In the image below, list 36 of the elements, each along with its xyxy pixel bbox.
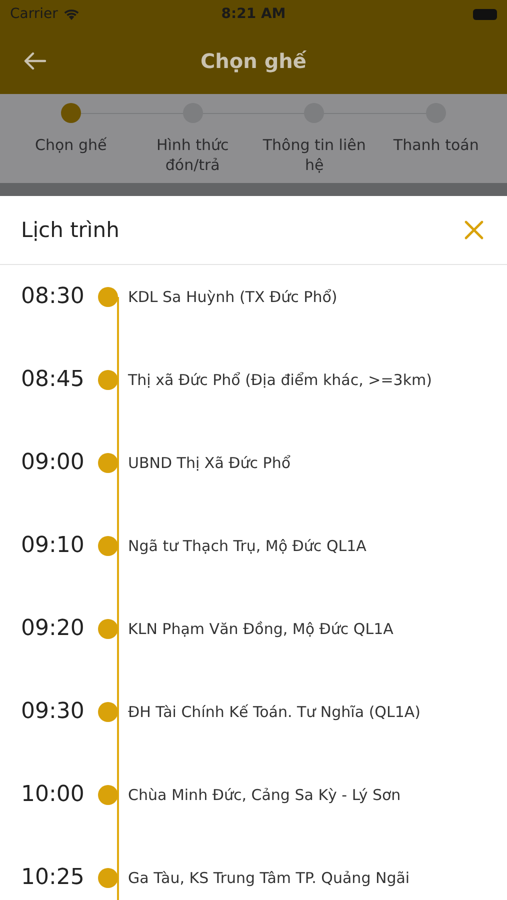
carrier-label: Carrier	[10, 6, 58, 22]
stop-name: KLN Phạm Văn Đồng, Mộ Đức QL1A	[128, 619, 394, 640]
stop-name: UBND Thị Xã Đức Phổ	[128, 453, 291, 474]
step-label: Thông tin liên hệ	[262, 135, 367, 175]
close-button[interactable]	[463, 219, 485, 241]
wifi-icon	[62, 8, 80, 20]
stop-dot	[98, 370, 118, 390]
stop-name: Ngã tư Thạch Trụ, Mộ Đức QL1A	[128, 536, 366, 557]
step-label: Hình thức đón/trả	[155, 135, 230, 175]
stop-dot	[98, 702, 118, 722]
stop-time: 09:00	[20, 449, 86, 477]
stop-time: 08:45	[20, 366, 86, 394]
stop-name: ĐH Tài Chính Kế Toán. Tư Nghĩa (QL1A)	[128, 702, 420, 723]
sheet-title: Lịch trình	[21, 218, 120, 242]
clock-time: 8:21 AM	[221, 6, 286, 22]
step-dot[interactable]	[60, 103, 81, 123]
stop-time: 10:00	[20, 781, 86, 809]
stop-dot	[98, 619, 118, 639]
step-label: Thanh toán	[393, 135, 479, 155]
stop-time: 09:30	[20, 698, 86, 726]
stop-name: Thị xã Đức Phổ (Địa điểm khác, >=3km)	[128, 370, 432, 391]
stop-name: Ga Tàu, KS Trung Tâm TP. Quảng Ngãi	[128, 868, 410, 889]
battery-icon	[473, 8, 497, 20]
stop-dot	[98, 287, 118, 307]
stop-time: 09:10	[20, 532, 86, 560]
stop-dot	[98, 453, 118, 473]
stop-dot	[98, 785, 118, 805]
screen-title: Chọn ghế	[200, 49, 306, 73]
stop-name: KDL Sa Huỳnh (TX Đức Phổ)	[128, 287, 338, 308]
stop-dot	[98, 868, 118, 888]
stop-name: Chùa Minh Đức, Cảng Sa Kỳ - Lý Sơn	[128, 785, 401, 806]
stop-time: 09:20	[20, 615, 86, 643]
stop-time: 08:30	[20, 283, 86, 311]
stop-dot	[98, 536, 118, 556]
step-label: Chọn ghế	[35, 135, 107, 155]
stop-time: 10:25	[20, 864, 86, 892]
